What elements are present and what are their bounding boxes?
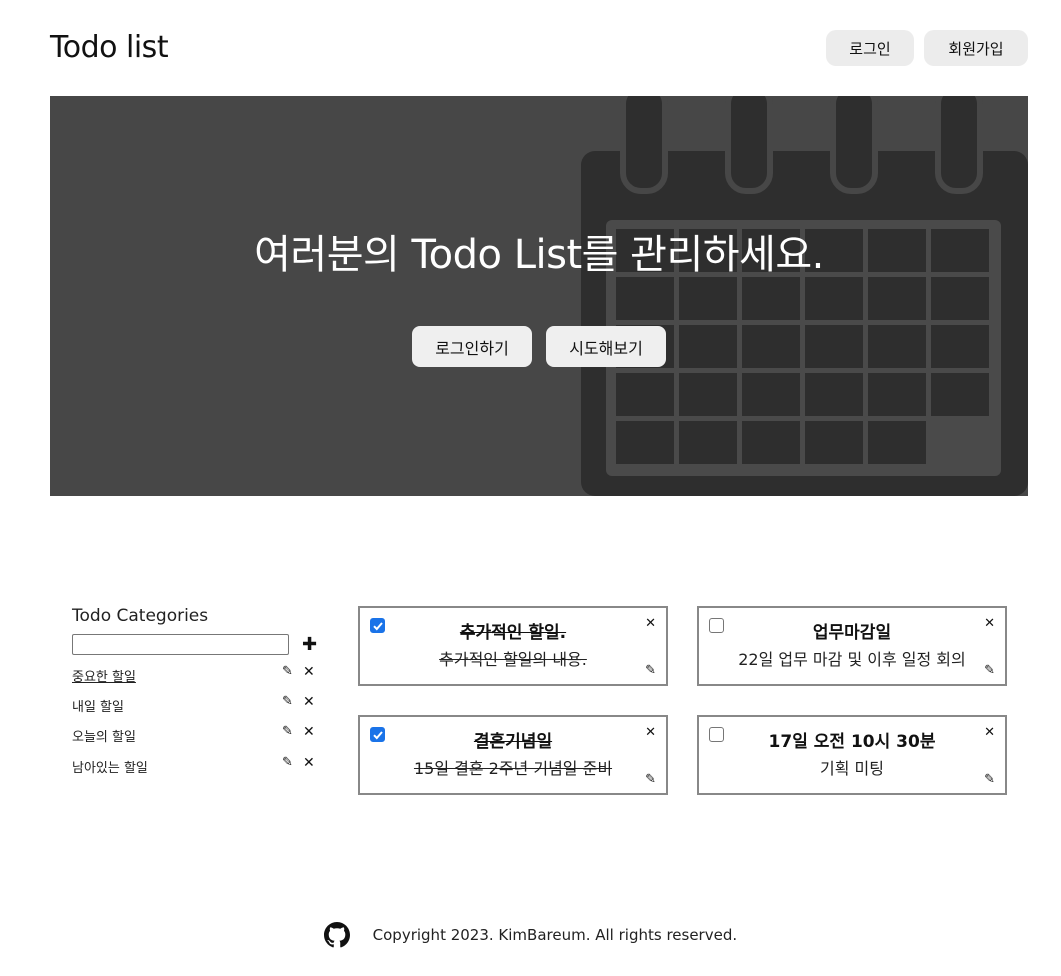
category-item[interactable]: 남아있는 할일 ✎ ✕ (72, 755, 322, 777)
todo-title: 결혼기념일 (473, 732, 553, 752)
category-label[interactable]: 오늘의 할일 (72, 726, 136, 745)
category-input[interactable] (72, 634, 289, 655)
category-item[interactable]: 중요한 할일 ✎ ✕ (72, 664, 322, 686)
category-item[interactable]: 오늘의 할일 ✎ ✕ (72, 724, 322, 746)
category-label[interactable]: 중요한 할일 (72, 666, 136, 685)
todo-card[interactable]: 업무마감일 22일 업무 마감 및 이후 일정 회의 ✕ ✎ (697, 606, 1007, 686)
calendar-icon (581, 96, 1028, 496)
close-icon[interactable]: ✕ (303, 724, 315, 740)
github-icon[interactable] (323, 922, 350, 948)
category-item[interactable]: 내일 할일 ✎ ✕ (72, 694, 322, 716)
close-icon[interactable]: ✕ (303, 664, 315, 680)
category-label[interactable]: 남아있는 할일 (72, 757, 148, 776)
hero-banner: 여러분의 Todo List를 관리하세요. 로그인하기 시도해보기 (50, 96, 1028, 496)
todo-body: 15일 결혼 2주년 기념일 준비 (413, 759, 613, 778)
pencil-icon[interactable]: ✎ (645, 663, 656, 678)
signup-button[interactable]: 회원가입 (924, 30, 1028, 66)
close-icon[interactable]: ✕ (645, 616, 656, 631)
category-panel: Todo Categories ✚ 중요한 할일 ✎ ✕ 내일 할일 ✎ ✕ 오… (72, 606, 322, 776)
todo-body: 추가적인 할일의 내용. (439, 650, 587, 669)
todo-card[interactable]: 17일 오전 10시 30분 기획 미팅 ✕ ✎ (697, 715, 1007, 795)
category-title: Todo Categories (72, 606, 209, 626)
todo-card[interactable]: 결혼기념일 15일 결혼 2주년 기념일 준비 ✕ ✎ (358, 715, 668, 795)
pencil-icon[interactable]: ✎ (282, 664, 293, 679)
close-icon[interactable]: ✕ (303, 755, 315, 771)
hero-try-button[interactable]: 시도해보기 (546, 326, 666, 367)
pencil-icon[interactable]: ✎ (984, 663, 995, 678)
app-title: Todo list (50, 30, 169, 65)
pencil-icon[interactable]: ✎ (645, 772, 656, 787)
todo-body: 22일 업무 마감 및 이후 일정 회의 (738, 650, 966, 669)
todo-title: 추가적인 할일. (459, 623, 567, 643)
plus-icon[interactable]: ✚ (302, 634, 317, 655)
todo-body: 기획 미팅 (820, 759, 884, 778)
pencil-icon[interactable]: ✎ (984, 772, 995, 787)
hero-login-button[interactable]: 로그인하기 (412, 326, 532, 367)
hero-title: 여러분의 Todo List를 관리하세요. (254, 232, 824, 278)
copyright-text: Copyright 2023. KimBareum. All rights re… (372, 926, 738, 944)
pencil-icon[interactable]: ✎ (282, 755, 293, 770)
todo-card[interactable]: 추가적인 할일. 추가적인 할일의 내용. ✕ ✎ (358, 606, 668, 686)
pencil-icon[interactable]: ✎ (282, 724, 293, 739)
close-icon[interactable]: ✕ (645, 725, 656, 740)
close-icon[interactable]: ✕ (984, 725, 995, 740)
close-icon[interactable]: ✕ (303, 694, 315, 710)
pencil-icon[interactable]: ✎ (282, 694, 293, 709)
close-icon[interactable]: ✕ (984, 616, 995, 631)
page-footer: Copyright 2023. KimBareum. All rights re… (0, 922, 1061, 948)
todo-title: 17일 오전 10시 30분 (768, 732, 936, 752)
todo-title: 업무마감일 (812, 623, 892, 643)
login-button[interactable]: 로그인 (826, 30, 914, 66)
category-label[interactable]: 내일 할일 (72, 696, 124, 715)
